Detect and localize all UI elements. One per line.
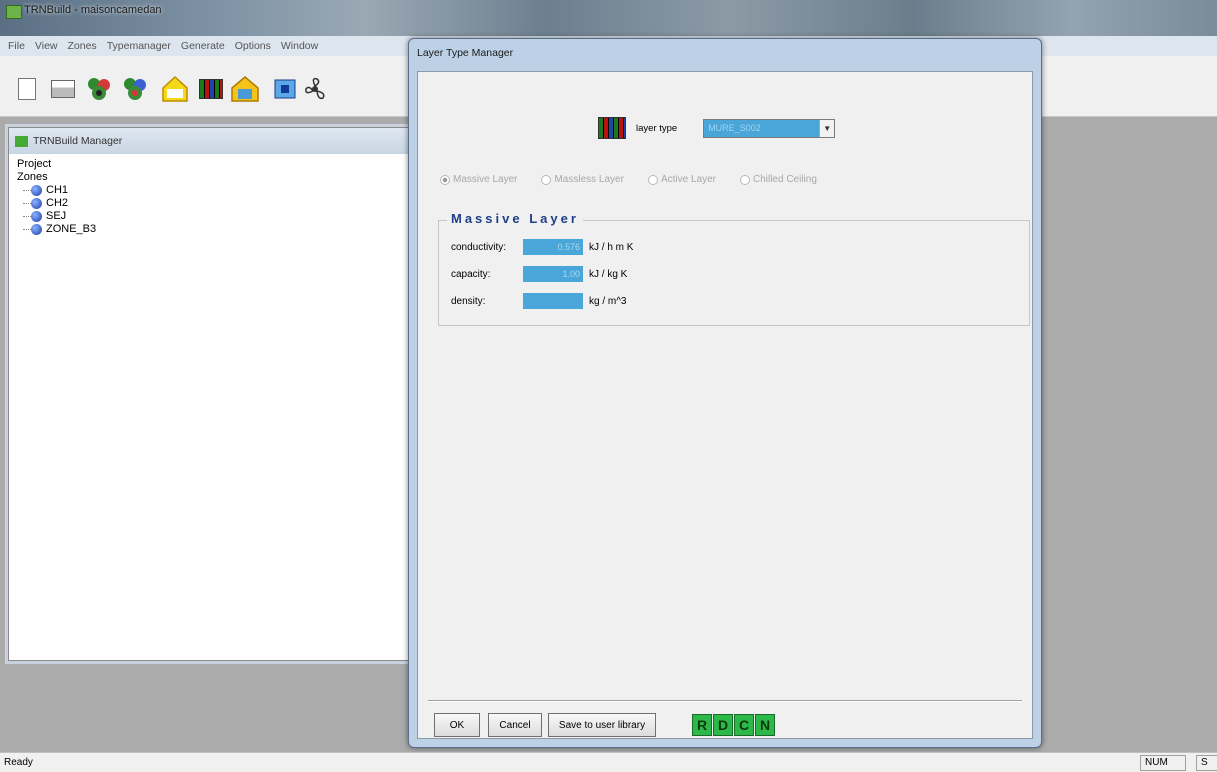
project-tree: Project Zones CH1 CH2 SEJ ZONE_B3	[9, 154, 409, 240]
fan-icon[interactable]	[300, 74, 330, 104]
dialog-client: layer type MURE_S002 ▼ Massive Layer Mas…	[417, 71, 1033, 739]
capacity-row: capacity: 1.00 kJ / kg K	[451, 266, 627, 282]
tree-zone-sej[interactable]: SEJ	[17, 210, 401, 223]
conductivity-label: conductivity:	[451, 241, 507, 253]
new-file-icon[interactable]	[12, 74, 42, 104]
conductivity-input[interactable]: 0.576	[523, 239, 583, 255]
density-label: density:	[451, 295, 486, 307]
cancel-button[interactable]: Cancel	[488, 713, 542, 737]
radio-label: Active Layer	[660, 174, 716, 185]
layer-stripes-icon[interactable]	[196, 74, 226, 104]
house-outline-icon[interactable]	[160, 74, 190, 104]
menu-window[interactable]: Window	[281, 40, 318, 52]
d-button[interactable]: D	[713, 714, 733, 736]
menu-file[interactable]: File	[8, 40, 25, 52]
dialog-separator	[428, 700, 1022, 702]
zone-label: CH1	[46, 184, 69, 196]
layer-kind-radios: Massive Layer Massless Layer Active Laye…	[440, 174, 817, 185]
group-title: Massive Layer	[447, 211, 583, 226]
radio-active-layer[interactable]: Active Layer	[647, 174, 716, 185]
conductivity-unit: kJ / h m K	[589, 241, 634, 253]
radio-chilled-ceiling[interactable]: Chilled Ceiling	[739, 174, 817, 185]
density-unit: kg / m^3	[589, 295, 627, 307]
app-title-bar: TRNBuild - maisoncamedan	[0, 0, 1217, 36]
conductivity-row: conductivity: 0.576 kJ / h m K	[451, 239, 633, 255]
status-extra: S	[1196, 755, 1217, 771]
layer-stripes-icon	[598, 117, 626, 139]
menu-view[interactable]: View	[35, 40, 58, 52]
manager-icon	[15, 135, 28, 147]
zone-icon	[31, 185, 42, 196]
layer-type-label: layer type	[636, 122, 678, 134]
density-row: density: kg / m^3	[451, 293, 626, 309]
trnbuild-manager-window: TRNBuild Manager Project Zones CH1 CH2 S…	[8, 127, 410, 661]
tree-zone-b3[interactable]: ZONE_B3	[17, 223, 401, 236]
n-button[interactable]: N	[755, 714, 775, 736]
app-icon	[6, 5, 22, 19]
r-button[interactable]: R	[692, 714, 712, 736]
app-title: TRNBuild - maisoncamedan	[24, 4, 162, 16]
radio-dot	[541, 174, 552, 185]
radio-massless-layer[interactable]: Massless Layer	[541, 174, 624, 185]
radio-label: Chilled Ceiling	[752, 174, 817, 185]
radio-dot	[739, 174, 750, 185]
c-button[interactable]: C	[734, 714, 754, 736]
menu-generate[interactable]: Generate	[181, 40, 225, 52]
density-input[interactable]	[523, 293, 583, 309]
radio-dot	[440, 174, 450, 185]
chevron-down-icon[interactable]: ▼	[819, 119, 835, 137]
layer-type-select[interactable]: MURE_S002 ▼	[703, 118, 836, 138]
tree-zones[interactable]: Zones	[17, 171, 401, 184]
layer-type-row: layer type MURE_S002 ▼	[598, 117, 836, 139]
massive-layer-group: Massive Layer conductivity: 0.576 kJ / h…	[438, 211, 1030, 326]
ok-button[interactable]: OK	[434, 713, 480, 737]
radio-dot	[647, 174, 658, 185]
capacity-label: capacity:	[451, 268, 491, 280]
tree-zone-ch2[interactable]: CH2	[17, 197, 401, 210]
dialog-title: Layer Type Manager	[417, 47, 514, 59]
zone-icon	[31, 211, 42, 222]
zone-label: ZONE_B3	[46, 223, 97, 235]
open-folder-icon[interactable]	[48, 74, 78, 104]
save-to-user-library-button[interactable]: Save to user library	[548, 713, 656, 737]
capacity-unit: kJ / kg K	[589, 268, 628, 280]
window-icon[interactable]	[270, 74, 300, 104]
manager-caption: TRNBuild Manager	[9, 128, 409, 154]
status-bar: Ready NUM S	[0, 752, 1217, 772]
layer-type-value: MURE_S002	[704, 119, 820, 137]
menu-options[interactable]: Options	[235, 40, 271, 52]
zone-label: SEJ	[46, 210, 67, 222]
tree-zones-label: Zones	[17, 171, 48, 183]
zone-icon	[31, 224, 42, 235]
manager-title: TRNBuild Manager	[33, 135, 123, 147]
zone-label: CH2	[46, 197, 69, 209]
zones-copy-icon[interactable]	[120, 74, 150, 104]
tree-zone-ch1[interactable]: CH1	[17, 184, 401, 197]
status-num: NUM	[1140, 755, 1186, 771]
menu-typemanager[interactable]: Typemanager	[107, 40, 171, 52]
capacity-input[interactable]: 1.00	[523, 266, 583, 282]
status-ready: Ready	[4, 757, 33, 768]
radio-label: Massless Layer	[554, 174, 624, 185]
house-roof-icon[interactable]	[230, 74, 260, 104]
zones-icon[interactable]	[84, 74, 114, 104]
tree-project-label: Project	[17, 158, 52, 170]
layer-type-manager-dialog: Layer Type Manager layer type MURE_S002 …	[408, 38, 1042, 748]
radio-massive-layer[interactable]: Massive Layer	[440, 174, 517, 185]
zone-icon	[31, 198, 42, 209]
menu-zones[interactable]: Zones	[68, 40, 97, 52]
tree-project[interactable]: Project	[17, 158, 401, 171]
radio-label: Massive Layer	[453, 174, 518, 185]
